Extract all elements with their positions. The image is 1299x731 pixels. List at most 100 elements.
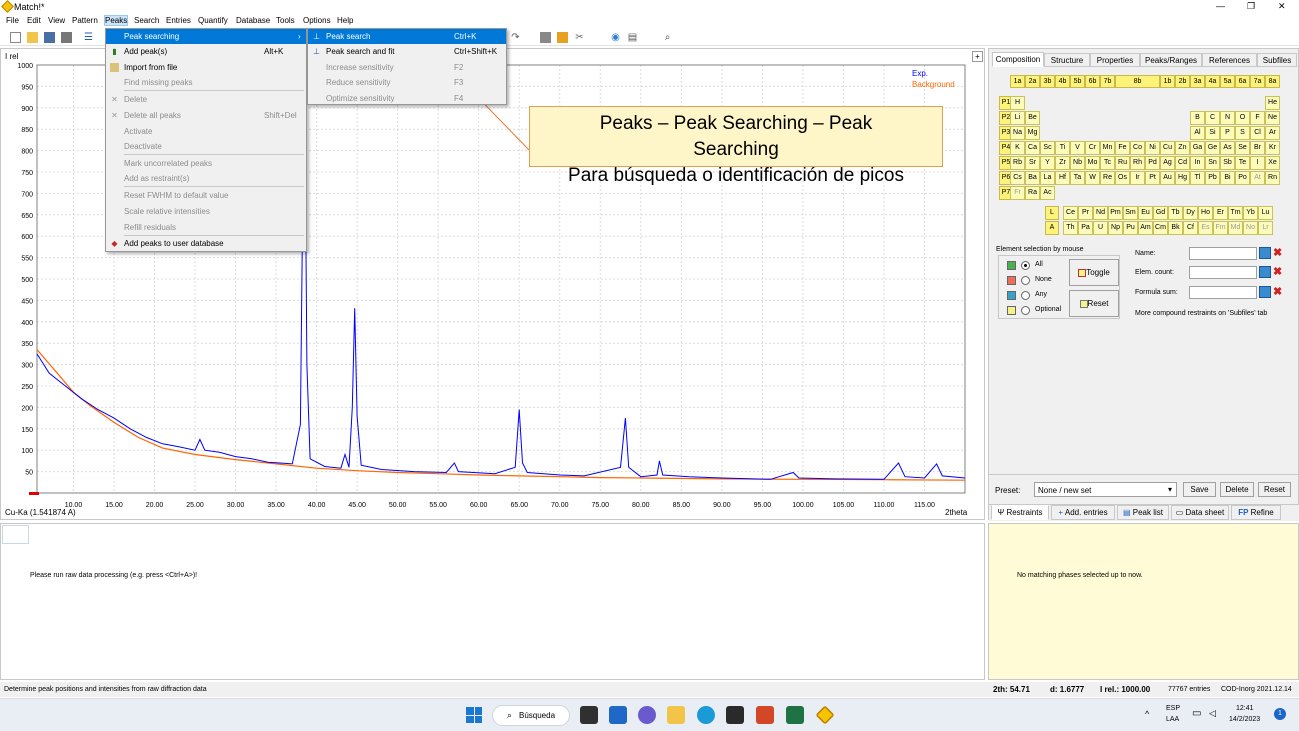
element-hf[interactable]: Hf <box>1055 171 1070 185</box>
element-fe[interactable]: Fe <box>1115 141 1130 155</box>
element-pd[interactable]: Pd <box>1145 156 1160 170</box>
element-mn[interactable]: Mn <box>1100 141 1115 155</box>
group-header-5a[interactable]: 5a <box>1220 75 1235 88</box>
element-fm[interactable]: Fm <box>1213 221 1228 235</box>
chevron-up-icon[interactable]: ^ <box>1145 709 1149 719</box>
radio-button[interactable] <box>1021 306 1030 315</box>
element-th[interactable]: Th <box>1063 221 1078 235</box>
element-eu[interactable]: Eu <box>1138 206 1153 220</box>
menu-help[interactable]: Help <box>337 16 353 25</box>
menu-database[interactable]: Database <box>236 16 270 25</box>
element-o[interactable]: O <box>1235 111 1250 125</box>
element-au[interactable]: Au <box>1160 171 1175 185</box>
menu-item-import-from-file[interactable]: Import from file <box>106 60 306 75</box>
element-rh[interactable]: Rh <box>1130 156 1145 170</box>
element-y[interactable]: Y <box>1040 156 1055 170</box>
element-xe[interactable]: Xe <box>1265 156 1280 170</box>
element-s[interactable]: S <box>1235 126 1250 140</box>
save-preset-button[interactable]: Save <box>1183 482 1216 497</box>
group-header-5b[interactable]: 5b <box>1070 75 1085 88</box>
element-ta[interactable]: Ta <box>1070 171 1085 185</box>
element-as[interactable]: As <box>1220 141 1235 155</box>
element-pb[interactable]: Pb <box>1205 171 1220 185</box>
group-header-7b[interactable]: 7b <box>1100 75 1115 88</box>
element-ge[interactable]: Ge <box>1205 141 1220 155</box>
element-ru[interactable]: Ru <box>1115 156 1130 170</box>
group-header-6a[interactable]: 6a <box>1235 75 1250 88</box>
menu-file[interactable]: File <box>6 16 19 25</box>
tab-add-entries[interactable]: + Add. entries <box>1051 505 1115 520</box>
element-ar[interactable]: Ar <box>1265 126 1280 140</box>
clock-time[interactable]: 12:41 <box>1236 705 1254 712</box>
save-icon[interactable] <box>44 32 55 43</box>
element-p[interactable]: P <box>1220 126 1235 140</box>
menu-item-find-missing-peaks[interactable]: Find missing peaks <box>106 75 306 90</box>
menu-item-add-as-restraints[interactable]: Add as restraint(s) <box>106 171 306 186</box>
element-fr[interactable]: Fr <box>1010 186 1025 200</box>
monitor-icon[interactable]: ▭ <box>1192 708 1201 719</box>
element-nd[interactable]: Nd <box>1093 206 1108 220</box>
element-hg[interactable]: Hg <box>1175 171 1190 185</box>
element-ni[interactable]: Ni <box>1145 141 1160 155</box>
preset-select[interactable]: None / new set ▾ <box>1034 482 1177 497</box>
store-icon[interactable] <box>726 706 744 724</box>
element-he[interactable]: He <box>1265 96 1280 110</box>
element-mo[interactable]: Mo <box>1085 156 1100 170</box>
language-region[interactable]: LAA <box>1166 716 1179 723</box>
menu-item-delete[interactable]: ✕ Delete <box>106 92 306 107</box>
menu-quantify[interactable]: Quantify <box>198 16 228 25</box>
element-se[interactable]: Se <box>1235 141 1250 155</box>
element-pa[interactable]: Pa <box>1078 221 1093 235</box>
element-pt[interactable]: Pt <box>1145 171 1160 185</box>
menu-pattern[interactable]: Pattern <box>72 16 98 25</box>
toggle-button[interactable]: Toggle <box>1069 259 1119 286</box>
element-nb[interactable]: Nb <box>1070 156 1085 170</box>
add-chart-button[interactable]: + <box>972 51 983 62</box>
edge-icon[interactable] <box>697 706 715 724</box>
element-cu[interactable]: Cu <box>1160 141 1175 155</box>
element-bi[interactable]: Bi <box>1220 171 1235 185</box>
element-cd[interactable]: Cd <box>1175 156 1190 170</box>
excel-icon[interactable] <box>786 706 804 724</box>
powerpoint-icon[interactable] <box>756 706 774 724</box>
menu-options[interactable]: Options <box>303 16 331 25</box>
reset-selection-button[interactable]: Reset <box>1069 290 1119 317</box>
element-n[interactable]: N <box>1220 111 1235 125</box>
element-gd[interactable]: Gd <box>1153 206 1168 220</box>
element-rn[interactable]: Rn <box>1265 171 1280 185</box>
group-header-6b[interactable]: 6b <box>1085 75 1100 88</box>
menu-item-peak-search-and-fit[interactable]: ⊥ Peak search and fit Ctrl+Shift+K <box>308 44 506 59</box>
menu-view[interactable]: View <box>48 16 65 25</box>
tab-restraints[interactable]: Ψ Restraints <box>991 505 1049 520</box>
name-input[interactable] <box>1189 247 1257 260</box>
element-tb[interactable]: Tb <box>1168 206 1183 220</box>
element-os[interactable]: Os <box>1115 171 1130 185</box>
menu-item-delete-all-peaks[interactable]: ✕ Delete all peaks Shift+Del <box>106 108 306 123</box>
element-es[interactable]: Es <box>1198 221 1213 235</box>
group-header-4a[interactable]: 4a <box>1205 75 1220 88</box>
tab-refine[interactable]: FP Refine <box>1231 505 1281 520</box>
menu-item-mark-uncorrelated-peaks[interactable]: Mark uncorrelated peaks <box>106 156 306 171</box>
actinide-label[interactable]: A <box>1045 221 1059 235</box>
element-v[interactable]: V <box>1070 141 1085 155</box>
delete-preset-button[interactable]: Delete <box>1220 482 1254 497</box>
menu-edit[interactable]: Edit <box>27 16 41 25</box>
element-in[interactable]: In <box>1190 156 1205 170</box>
element-rb[interactable]: Rb <box>1010 156 1025 170</box>
group-header-4b[interactable]: 4b <box>1055 75 1070 88</box>
element-am[interactable]: Am <box>1138 221 1153 235</box>
reset-preset-button[interactable]: Reset <box>1258 482 1291 497</box>
element-ce[interactable]: Ce <box>1063 206 1078 220</box>
open-folder-icon[interactable] <box>27 32 38 43</box>
bookmark-icon[interactable] <box>557 32 568 43</box>
element-na[interactable]: Na <box>1010 126 1025 140</box>
element-ti[interactable]: Ti <box>1055 141 1070 155</box>
element-tm[interactable]: Tm <box>1228 206 1243 220</box>
element-pm[interactable]: Pm <box>1108 206 1123 220</box>
element-yb[interactable]: Yb <box>1243 206 1258 220</box>
menu-item-add-peaks-to-user-database[interactable]: ◆ Add peaks to user database <box>106 236 306 251</box>
element-ra[interactable]: Ra <box>1025 186 1040 200</box>
element-ir[interactable]: Ir <box>1130 171 1145 185</box>
redo-icon[interactable]: ↷ <box>510 32 521 43</box>
element-i[interactable]: I <box>1250 156 1265 170</box>
